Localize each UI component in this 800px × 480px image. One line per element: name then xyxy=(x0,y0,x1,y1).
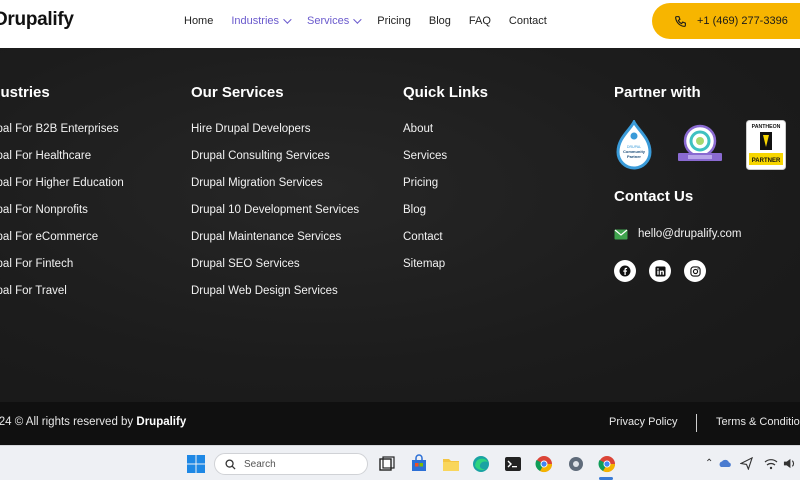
industries-heading: Industries xyxy=(0,84,50,101)
nav-home[interactable]: Home xyxy=(184,15,213,27)
industry-link[interactable]: Drupal For eCommerce xyxy=(0,231,124,258)
nav-contact-label: Contact xyxy=(508,15,547,27)
copyright-brand[interactable]: Drupalify xyxy=(136,416,186,428)
service-link[interactable]: Drupal 10 Development Services xyxy=(191,204,359,231)
windows-taskbar: Search ⌃ xyxy=(0,445,800,480)
services-heading: Our Services xyxy=(191,84,284,101)
divider xyxy=(696,414,697,432)
store-icon[interactable] xyxy=(409,454,429,474)
industry-link[interactable]: Drupal For Higher Education xyxy=(0,177,124,204)
file-explorer-icon[interactable] xyxy=(441,454,461,474)
social-links xyxy=(614,260,719,282)
phone-number: +1 (469) 277-3396 xyxy=(697,15,788,27)
nav-industries-label: Industries xyxy=(231,15,280,27)
service-link[interactable]: Drupal Consulting Services xyxy=(191,150,359,177)
nav-services-label: Services xyxy=(307,15,350,27)
chevron-up-icon[interactable]: ⌃ xyxy=(705,458,713,469)
nav-services[interactable]: Services xyxy=(307,15,362,27)
search-icon xyxy=(225,458,236,470)
linkedin-icon[interactable] xyxy=(649,260,671,282)
industry-link[interactable]: Drupal For Healthcare xyxy=(0,150,124,177)
quick-link[interactable]: Blog xyxy=(403,204,488,231)
industry-link[interactable]: Drupal For Nonprofits xyxy=(0,204,124,231)
drupal-community-partner-badge: DRUPAL Community Partner xyxy=(616,120,652,170)
logo[interactable]: Drupalify xyxy=(0,9,74,31)
quick-link[interactable]: Contact xyxy=(403,231,488,258)
nav-faq-label: FAQ xyxy=(468,15,491,27)
site-header: Drupalify Home Industries Services Prici… xyxy=(0,0,800,48)
instagram-icon[interactable] xyxy=(684,260,706,282)
task-view-icon[interactable] xyxy=(377,454,397,474)
pantheon-partner-badge: PANTHEON PARTNER xyxy=(746,120,786,170)
nav-pricing[interactable]: Pricing xyxy=(377,15,411,27)
services-column: Our Services Hire Drupal Developers Drup… xyxy=(191,84,359,312)
quick-link[interactable]: Services xyxy=(403,150,488,177)
industries-column: Industries Drupal For B2B Enterprises Dr… xyxy=(0,84,124,312)
speaker-icon[interactable] xyxy=(783,457,796,470)
copyright-text: 2024 © All rights reserved by xyxy=(0,416,137,428)
facebook-icon[interactable] xyxy=(614,260,636,282)
quick-link[interactable]: Sitemap xyxy=(403,258,488,285)
industry-link[interactable]: Drupal For Fintech xyxy=(0,258,124,285)
acquia-partner-badge xyxy=(678,124,722,161)
partner-heading: Partner with xyxy=(614,84,701,101)
service-link[interactable]: Drupal Maintenance Services xyxy=(191,231,359,258)
quick-links-column: Quick Links About Services Pricing Blog … xyxy=(403,84,488,285)
service-link[interactable]: Drupal Web Design Services xyxy=(191,285,359,312)
chevron-down-icon xyxy=(283,15,292,24)
cloud-icon[interactable] xyxy=(718,457,732,471)
edge-icon[interactable] xyxy=(471,454,491,474)
service-link[interactable]: Hire Drupal Developers xyxy=(191,123,359,150)
nav-industries[interactable]: Industries xyxy=(231,15,292,27)
taskbar-search[interactable]: Search xyxy=(214,453,368,475)
wifi-icon[interactable] xyxy=(764,457,778,470)
terms-link[interactable]: Terms & Conditions xyxy=(716,416,800,428)
phone-button[interactable]: +1 (469) 277-3396 xyxy=(652,3,800,39)
terminal-icon[interactable] xyxy=(503,454,523,474)
service-link[interactable]: Drupal Migration Services xyxy=(191,177,359,204)
nav-home-label: Home xyxy=(184,15,214,27)
windows-start-icon[interactable] xyxy=(186,454,206,474)
pantheon-badge-text: PARTNER xyxy=(752,158,781,164)
envelope-icon xyxy=(614,229,628,239)
nav-blog[interactable]: Blog xyxy=(429,15,451,27)
quick-link[interactable]: About xyxy=(403,123,488,150)
chrome-icon[interactable] xyxy=(534,454,554,474)
partner-column: Partner with xyxy=(614,84,701,123)
email-link[interactable]: hello@drupalify.com xyxy=(614,228,742,240)
drupal-badge-text: Partner xyxy=(627,154,641,159)
copyright: 2024 © All rights reserved by Drupalify xyxy=(0,416,186,428)
nav-contact[interactable]: Contact xyxy=(509,15,547,27)
main-nav: Home Industries Services Pricing Blog FA… xyxy=(184,15,547,27)
email-address: hello@drupalify.com xyxy=(638,228,742,240)
phone-icon xyxy=(675,15,686,27)
privacy-policy-link[interactable]: Privacy Policy xyxy=(609,416,677,428)
settings-icon[interactable] xyxy=(566,454,586,474)
chevron-down-icon xyxy=(353,15,362,24)
search-placeholder: Search xyxy=(244,458,276,470)
nav-pricing-label: Pricing xyxy=(377,15,411,27)
quick-links-heading: Quick Links xyxy=(403,84,489,101)
quick-link[interactable]: Pricing xyxy=(403,177,488,204)
nav-faq[interactable]: FAQ xyxy=(469,15,491,27)
industry-link[interactable]: Drupal For Travel xyxy=(0,285,124,312)
send-icon[interactable] xyxy=(740,457,753,470)
site-footer: Industries Drupal For B2B Enterprises Dr… xyxy=(0,48,800,402)
footer-bottom-bar: 2024 © All rights reserved by Drupalify … xyxy=(0,402,800,445)
partner-badges: DRUPAL Community Partner PANTHEON PARTNE… xyxy=(614,120,800,170)
contact-heading: Contact Us xyxy=(614,188,694,205)
pantheon-badge-text: PANTHEON xyxy=(752,124,781,130)
chrome-alt-icon[interactable] xyxy=(597,454,617,474)
service-link[interactable]: Drupal SEO Services xyxy=(191,258,359,285)
nav-blog-label: Blog xyxy=(428,15,451,27)
industry-link[interactable]: Drupal For B2B Enterprises xyxy=(0,123,124,150)
